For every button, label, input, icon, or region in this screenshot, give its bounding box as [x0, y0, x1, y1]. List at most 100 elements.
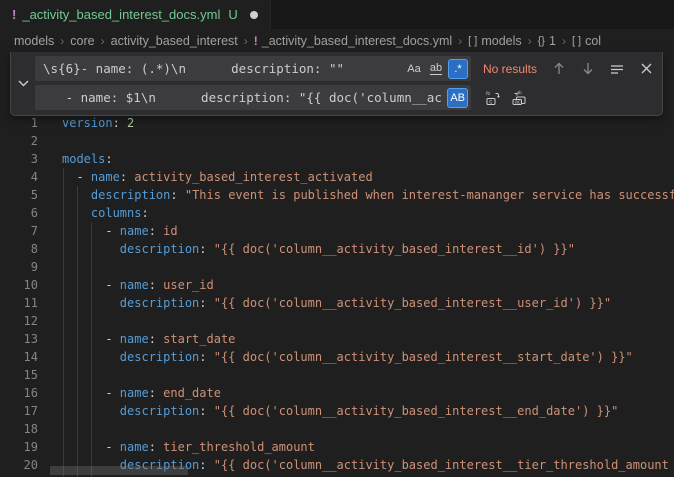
breadcrumb-label: models	[481, 34, 521, 48]
breadcrumb-separator-icon: ›	[60, 34, 64, 48]
code-line[interactable]	[62, 366, 674, 384]
line-number: 13	[0, 330, 38, 348]
replace-input[interactable]	[35, 85, 471, 110]
find-results-count: No results	[483, 62, 537, 76]
line-number: 20	[0, 456, 38, 474]
line-number: 18	[0, 420, 38, 438]
line-number: 1	[0, 114, 38, 132]
code-line[interactable]: - name: tier_threshold_amount	[62, 438, 674, 456]
close-icon	[641, 63, 652, 74]
line-number: 19	[0, 438, 38, 456]
line-number: 17	[0, 402, 38, 420]
breadcrumb-label: core	[70, 34, 94, 48]
line-number: 2	[0, 132, 38, 150]
code-line[interactable]: columns:	[62, 204, 674, 222]
line-number: 4	[0, 168, 38, 186]
match-case-toggle[interactable]: Aa	[404, 59, 424, 79]
close-find-widget-button[interactable]	[636, 59, 656, 79]
whole-word-label: ab	[430, 62, 442, 75]
code-line[interactable]: version: 2	[62, 114, 674, 132]
code-line[interactable]: - name: id	[62, 222, 674, 240]
line-number: 3	[0, 150, 38, 168]
selection-lines-icon	[610, 63, 624, 75]
next-match-button[interactable]	[578, 59, 598, 79]
breadcrumb-item[interactable]: core	[70, 34, 94, 48]
breadcrumb-item[interactable]: {} 1	[538, 34, 556, 48]
code-line[interactable]	[62, 312, 674, 330]
line-number: 6	[0, 204, 38, 222]
breadcrumb-separator-icon: ›	[562, 34, 566, 48]
svg-text:c: c	[489, 99, 492, 105]
tab-title: _activity_based_interest_docs.yml	[22, 7, 220, 22]
code-line[interactable]: - name: activity_based_interest_activate…	[62, 168, 674, 186]
arrow-up-icon	[553, 62, 565, 75]
arrow-down-icon	[582, 62, 594, 75]
replace-icon: ᶠᵇ c	[485, 90, 501, 106]
code-line[interactable]: description: "{{ doc('column__activity_b…	[62, 348, 674, 366]
code-line[interactable]: models:	[62, 150, 674, 168]
tab-active-file[interactable]: ! _activity_based_interest_docs.yml U	[0, 0, 271, 29]
gutter: 1234567891011121314151617181920	[0, 114, 38, 474]
code-line[interactable]: description: "This event is published wh…	[62, 186, 674, 204]
replace-button[interactable]: ᶠᵇ c	[483, 88, 503, 108]
code-line[interactable]: - name: user_id	[62, 276, 674, 294]
line-number: 11	[0, 294, 38, 312]
breadcrumb-separator-icon: ›	[458, 34, 462, 48]
yaml-file-icon: !	[254, 34, 258, 48]
line-number: 10	[0, 276, 38, 294]
find-in-selection-button[interactable]	[607, 59, 627, 79]
code-line[interactable]	[62, 132, 674, 150]
breadcrumb-label: _activity_based_interest_docs.yml	[262, 34, 452, 48]
breadcrumb-separator-icon: ›	[244, 34, 248, 48]
whole-word-toggle[interactable]: ab	[426, 59, 446, 79]
code-line[interactable]: - name: start_date	[62, 330, 674, 348]
breadcrumb-item[interactable]: activity_based_interest	[111, 34, 238, 48]
code-line[interactable]	[62, 258, 674, 276]
object-symbol-icon: {}	[538, 35, 545, 47]
code-line[interactable]: description: "{{ doc('column__activity_b…	[62, 240, 674, 258]
breadcrumb-separator-icon: ›	[101, 34, 105, 48]
find-replace-widget: Aa ab .* No results	[10, 52, 663, 116]
chevron-down-icon	[18, 80, 29, 87]
regex-toggle[interactable]: .*	[448, 59, 468, 79]
line-number: 14	[0, 348, 38, 366]
replace-all-button[interactable]: ᵃᵇ ac	[509, 88, 529, 108]
line-number: 15	[0, 366, 38, 384]
svg-text:ᶠᵇ: ᶠᵇ	[486, 91, 490, 98]
breadcrumb-label: col	[585, 34, 601, 48]
replace-input-box: AB	[35, 85, 471, 110]
yaml-file-icon: !	[12, 7, 16, 22]
line-number: 8	[0, 240, 38, 258]
breadcrumb-item[interactable]: ! _activity_based_interest_docs.yml	[254, 34, 452, 48]
tab-bar: ! _activity_based_interest_docs.yml U	[0, 0, 674, 29]
array-symbol-icon: [ ]	[468, 35, 477, 47]
git-status-badge: U	[228, 7, 237, 22]
code-line[interactable]: - name: end_date	[62, 384, 674, 402]
code-line[interactable]: description: "{{ doc('column__activity_b…	[62, 402, 674, 420]
breadcrumb-label: models	[14, 34, 54, 48]
breadcrumb: models › core › activity_based_interest ›! _ac…	[0, 29, 674, 52]
line-number: 5	[0, 186, 38, 204]
code-line[interactable]	[62, 420, 674, 438]
preserve-case-toggle[interactable]: AB	[447, 88, 468, 108]
line-number: 7	[0, 222, 38, 240]
breadcrumb-label: activity_based_interest	[111, 34, 238, 48]
code-line[interactable]: description: "{{ doc('column__activity_b…	[62, 294, 674, 312]
breadcrumb-item[interactable]: models	[14, 34, 54, 48]
horizontal-scrollbar-thumb[interactable]	[50, 466, 188, 475]
breadcrumb-label: 1	[549, 34, 556, 48]
replace-row: AB ᶠᵇ c ᵃᵇ	[35, 85, 656, 110]
find-row: Aa ab .* No results	[35, 56, 656, 81]
unsaved-changes-dot-icon[interactable]	[250, 11, 258, 19]
array-symbol-icon: [ ]	[572, 35, 581, 47]
breadcrumb-item[interactable]: [ ] models	[468, 34, 521, 48]
line-number: 9	[0, 258, 38, 276]
replace-all-icon: ᵃᵇ ac	[511, 90, 527, 106]
toggle-replace-button[interactable]	[11, 56, 35, 110]
vscode-window: ! _activity_based_interest_docs.yml U mo…	[0, 0, 674, 477]
breadcrumb-separator-icon: ›	[528, 34, 532, 48]
breadcrumb-item[interactable]: [ ] col	[572, 34, 601, 48]
svg-text:ᵃᵇ: ᵃᵇ	[517, 90, 522, 97]
previous-match-button[interactable]	[549, 59, 569, 79]
code-content[interactable]: version: 2 models: - name: activity_based…	[62, 114, 674, 474]
